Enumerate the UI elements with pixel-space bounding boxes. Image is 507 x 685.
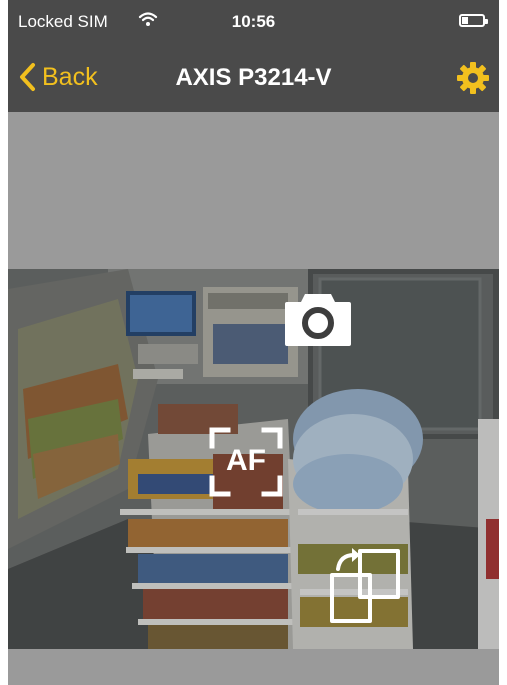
switch-stream-icon[interactable]	[324, 545, 404, 625]
navigation-bar: Back AXIS P3214-V	[8, 42, 499, 112]
status-bar: Locked SIM 10:56	[8, 0, 499, 42]
page-title: AXIS P3214-V	[175, 64, 332, 91]
status-time: 10:56	[231, 12, 276, 31]
battery-icon	[459, 14, 488, 27]
autofocus-button[interactable]: AF	[208, 426, 284, 498]
camera-live-view[interactable]: AF	[8, 269, 499, 649]
app-screen: Locked SIM 10:56 Back AXIS P3214-V AF	[8, 0, 499, 685]
autofocus-label: AF	[226, 444, 266, 477]
camera-icon[interactable]	[283, 288, 353, 348]
battery-level	[462, 17, 468, 24]
gear-icon[interactable]	[455, 60, 491, 96]
